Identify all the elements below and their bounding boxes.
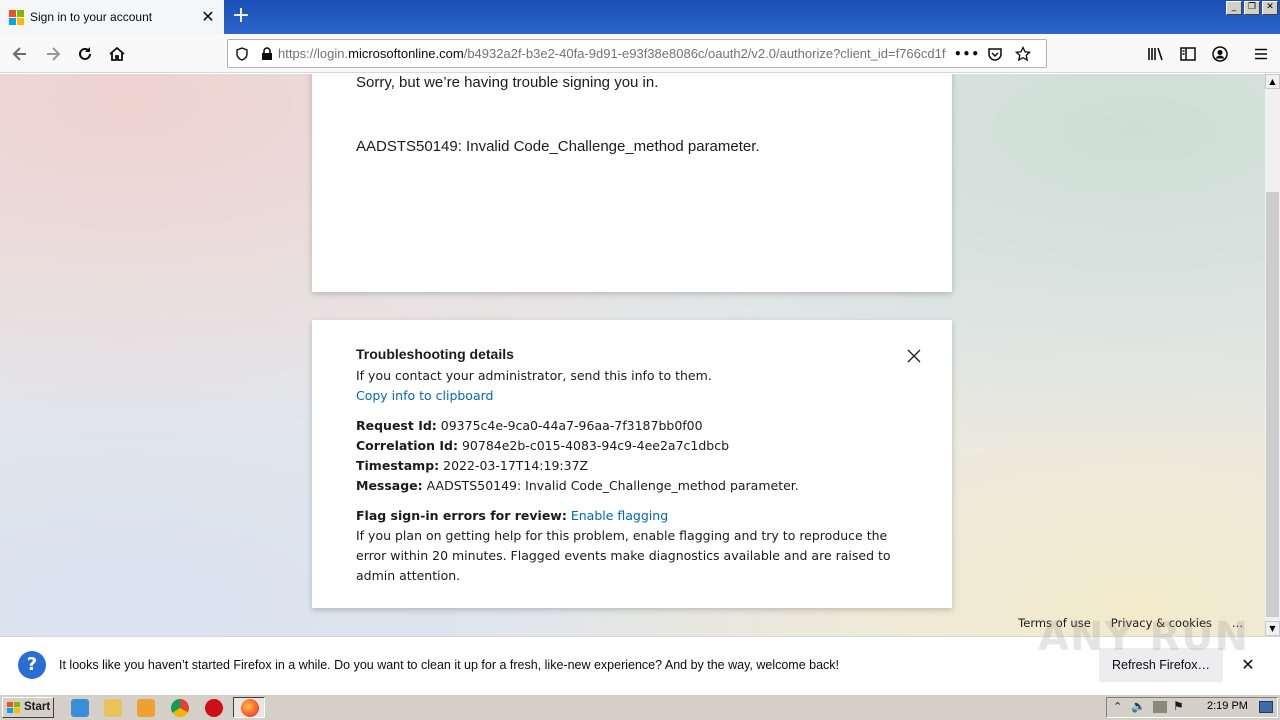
- flag-row: Flag sign-in errors for review: Enable f…: [356, 508, 668, 523]
- restore-button[interactable]: ❐: [1244, 1, 1260, 15]
- network-icon[interactable]: [1153, 701, 1167, 713]
- account-button[interactable]: [1206, 40, 1234, 68]
- url-prefix: https://login.: [278, 46, 349, 61]
- correlation-id-label: Correlation Id:: [356, 438, 458, 453]
- close-icon: [907, 349, 921, 363]
- tab-title: Sign in to your account: [30, 10, 153, 24]
- scrollbar-thumb[interactable]: [1266, 192, 1279, 617]
- hamburger-menu-icon: [1255, 48, 1267, 60]
- show-desktop-icon[interactable]: [1259, 701, 1273, 713]
- scroll-up-arrow-icon[interactable]: ▲: [1265, 74, 1280, 89]
- url-domain: microsoftonline.com: [348, 46, 464, 61]
- file-explorer-icon[interactable]: [104, 699, 122, 717]
- start-label: Start: [24, 701, 51, 713]
- vertical-scrollbar[interactable]: ▲ ▼: [1265, 74, 1280, 636]
- tab-sign-in[interactable]: Sign in to your account ✕: [0, 0, 224, 34]
- tracking-protection-shield-icon[interactable]: [228, 40, 256, 68]
- microsoft-logo-icon: [9, 10, 24, 25]
- firefox-icon: [241, 699, 259, 717]
- troubleshooting-subtitle: If you contact your administrator, send …: [356, 368, 712, 383]
- request-id-label: Request Id:: [356, 418, 437, 433]
- correlation-id-value: 90784e2b-c015-4083-94c9-4ee2a7c1dbcb: [461, 438, 730, 453]
- close-window-button[interactable]: ✕: [1262, 1, 1278, 15]
- action-center-flag-icon[interactable]: ⚑: [1173, 699, 1184, 713]
- correlation-id-row: Correlation Id: 90784e2b-c015-4083-94c9-…: [356, 438, 729, 453]
- library-button[interactable]: [1142, 40, 1170, 68]
- message-value: AADSTS50149: Invalid Code_Challenge_meth…: [426, 478, 799, 493]
- window-controls: _ ❐ ✕: [1226, 1, 1278, 15]
- error-card: Sorry, but we’re having trouble signing …: [312, 74, 952, 292]
- minimize-button[interactable]: _: [1226, 1, 1242, 15]
- chrome-icon[interactable]: [171, 699, 189, 717]
- page-actions-icon[interactable]: •••: [953, 40, 981, 68]
- timestamp-row: Timestamp: 2022-03-17T14:19:37Z: [356, 458, 588, 473]
- forward-button[interactable]: [39, 40, 67, 68]
- page-content: Sorry, but we’re having trouble signing …: [0, 74, 1265, 636]
- enable-flagging-link[interactable]: Enable flagging: [571, 508, 668, 523]
- flag-label: Flag sign-in errors for review:: [356, 508, 567, 523]
- start-button[interactable]: Start: [2, 697, 54, 718]
- opera-icon[interactable]: [205, 699, 223, 717]
- windows-logo-icon: [7, 701, 20, 713]
- account-icon: [1212, 46, 1228, 62]
- scroll-down-arrow-icon[interactable]: ▼: [1265, 621, 1280, 636]
- error-code: AADSTS50149: Invalid Code_Challenge_meth…: [356, 138, 760, 155]
- back-button[interactable]: [6, 40, 34, 68]
- message-label: Message:: [356, 478, 423, 493]
- request-id-value: 09375c4e-9ca0-44a7-96aa-7f3187bb0f00: [440, 418, 703, 433]
- windows-taskbar: Start ⌃ 🔈 ⚑: [0, 694, 1280, 720]
- new-tab-button[interactable]: +: [229, 5, 253, 29]
- bookmark-star-icon[interactable]: [1009, 40, 1037, 68]
- taskbar-clock[interactable]: 2:19 PM: [1207, 700, 1248, 712]
- back-arrow-icon: [12, 47, 26, 61]
- volume-icon[interactable]: 🔈: [1131, 699, 1146, 713]
- error-message: Sorry, but we’re having trouble signing …: [356, 74, 659, 91]
- address-bar[interactable]: https://login.microsoftonline.com/b4932a…: [227, 39, 1047, 68]
- reload-button[interactable]: [71, 40, 99, 68]
- lock-icon[interactable]: [256, 40, 278, 68]
- pocket-icon[interactable]: [981, 40, 1009, 68]
- reload-icon: [79, 47, 91, 60]
- watermark-logo: ANY RUN: [1038, 614, 1250, 660]
- troubleshooting-title: Troubleshooting details: [356, 346, 514, 362]
- media-player-icon[interactable]: [137, 699, 155, 717]
- url-text[interactable]: https://login.microsoftonline.com/b4932a…: [278, 46, 953, 61]
- system-tray: ⌃ 🔈 ⚑: [1106, 697, 1278, 718]
- internet-explorer-icon[interactable]: [71, 699, 89, 717]
- question-icon: ?: [18, 651, 46, 679]
- copy-info-link[interactable]: Copy info to clipboard: [356, 388, 493, 403]
- navigation-toolbar: https://login.microsoftonline.com/b4932a…: [0, 34, 1280, 73]
- home-icon: [109, 46, 125, 61]
- notification-text: It looks like you haven’t started Firefo…: [59, 658, 840, 672]
- home-button[interactable]: [103, 40, 131, 68]
- menu-button[interactable]: [1247, 40, 1275, 68]
- troubleshooting-close-button[interactable]: [904, 346, 924, 366]
- url-path: /b4932a2f-b3e2-40fa-9d91-e93f38e8086c/oa…: [463, 46, 946, 61]
- flag-description: If you plan on getting help for this pro…: [356, 528, 891, 583]
- tab-close-icon[interactable]: ✕: [198, 7, 218, 27]
- firefox-taskbar-button[interactable]: [233, 697, 265, 718]
- timestamp-value: 2022-03-17T14:19:37Z: [443, 458, 589, 473]
- sidebar-icon: [1180, 47, 1196, 61]
- request-id-row: Request Id: 09375c4e-9ca0-44a7-96aa-7f31…: [356, 418, 703, 433]
- message-row: Message: AADSTS50149: Invalid Code_Chall…: [356, 478, 799, 493]
- library-icon: [1148, 47, 1163, 61]
- forward-arrow-icon: [47, 47, 61, 61]
- sidebar-button[interactable]: [1174, 40, 1202, 68]
- troubleshooting-card: Troubleshooting details If you contact y…: [312, 320, 952, 608]
- tab-strip: Sign in to your account ✕ + _ ❐ ✕: [0, 0, 1280, 34]
- tray-expand-icon[interactable]: ⌃: [1113, 700, 1122, 713]
- timestamp-label: Timestamp:: [356, 458, 440, 473]
